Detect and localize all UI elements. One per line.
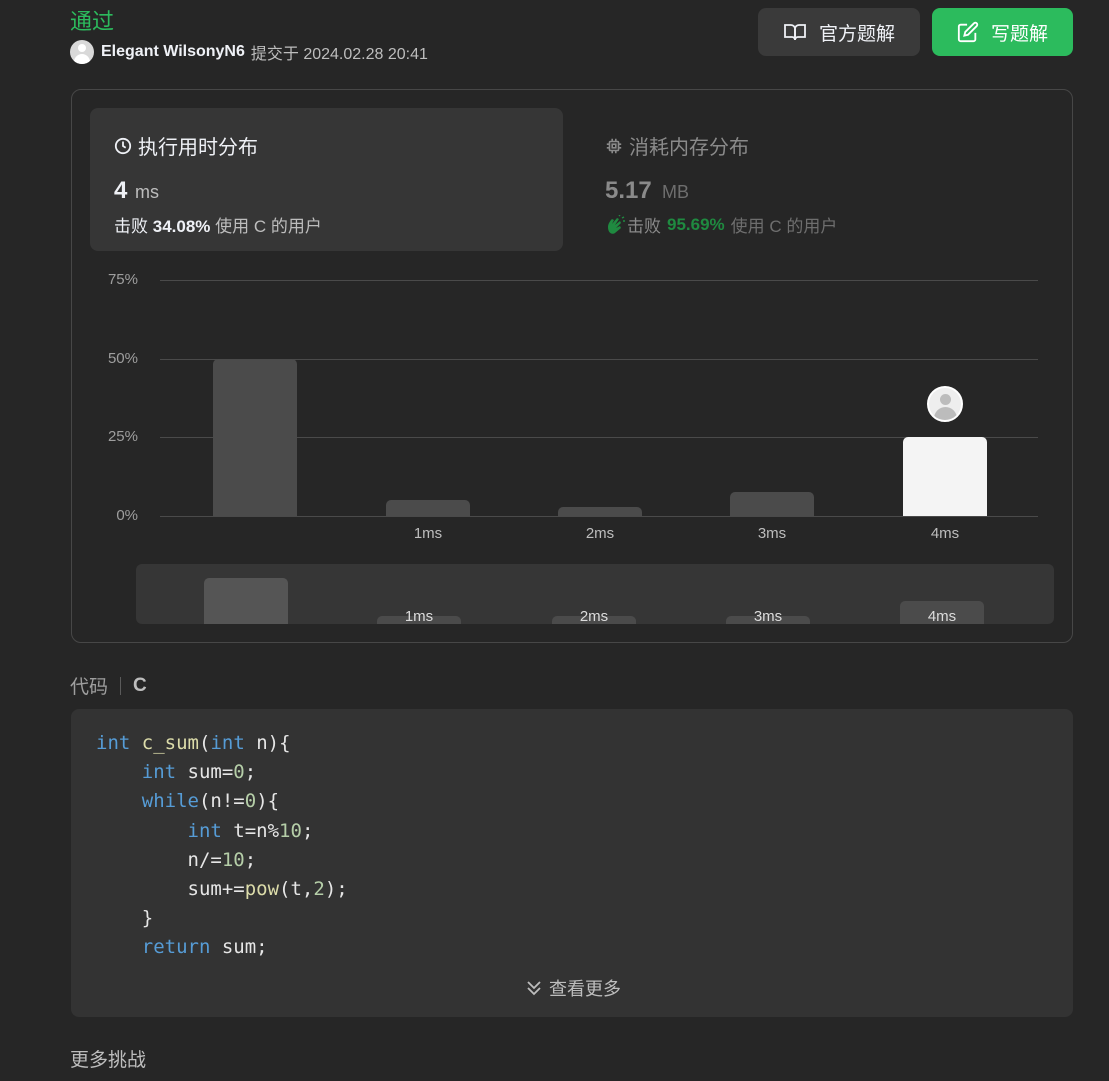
memory-beat-label: 击败 [627,217,661,236]
runtime-unit: ms [135,182,159,202]
memory-value: 5.17 [605,177,652,204]
edit-icon [957,21,979,43]
x-tick-label: 2ms [585,525,615,542]
y-tick-label: 75% [107,271,138,288]
minimap-label: 2ms [579,608,609,624]
code-header: 代码 C [70,672,147,699]
memory-title-text: 消耗内存分布 [629,137,749,159]
chart-range-selector[interactable]: 1ms 2ms 3ms 4ms [136,564,1054,624]
code-block[interactable]: int c_sum(int n){ int sum=0; while(n!=0)… [71,709,1073,1017]
submission-meta: Elegant WilsonyN6 提交于 2024.02.28 20:41 [70,40,428,64]
runtime-value: 4 [114,177,128,204]
submitted-time: 提交于 2024.02.28 20:41 [250,46,428,63]
runtime-title: 执行用时分布 [114,131,258,160]
gridline [160,280,1038,281]
memory-title[interactable]: 消耗内存分布 [605,131,749,160]
chip-icon [606,138,622,153]
x-tick-label: 4ms [930,525,960,542]
minimap-label: 4ms [927,608,957,624]
code-content[interactable]: int c_sum(int n){ int sum=0; while(n!=0)… [96,729,348,963]
username[interactable]: Elegant WilsonyN6 [101,43,245,61]
more-challenges-heading: 更多挑战 [70,1050,147,1071]
runtime-beat: 击败 34.08% 使用 C 的用户 [114,212,322,237]
runtime-beat-suffix: 使用 C 的用户 [215,217,322,236]
submission-status: 通过 [70,9,115,34]
y-tick-label: 50% [107,349,138,367]
runtime-beat-label: 击败 [114,217,148,236]
code-language: C [133,674,147,696]
official-solution-label: 官方题解 [818,23,895,45]
avatar[interactable] [70,40,94,64]
write-solution-button[interactable]: 写题解 [932,8,1073,56]
clock-icon [114,137,132,154]
runtime-beat-pct: 34.08% [152,217,211,236]
show-more-button[interactable]: 查看更多 [525,975,621,1001]
bar-highlight[interactable] [903,437,987,516]
x-tick-label: 3ms [757,525,787,542]
memory-beat-suffix: 使用 C 的用户 [730,217,838,236]
minimap-label: 3ms [753,608,783,624]
double-chevron-down-icon [527,981,541,996]
bar[interactable] [558,506,642,516]
write-solution-label: 写题解 [990,23,1048,45]
book-icon [784,24,806,41]
show-more-label: 查看更多 [549,979,621,999]
minimap-label: 1ms [404,608,434,624]
memory-beat-pct: 95.69% [667,214,725,234]
gridline [160,516,1038,517]
minimap-bar [204,578,288,624]
runtime-title-text: 执行用时分布 [138,137,258,159]
bar[interactable] [386,500,470,516]
y-tick-label: 0% [116,507,138,524]
memory-beat: 击败 95.69% 使用 C 的用户 [605,212,837,237]
bar[interactable] [730,492,814,516]
memory-unit: MB [662,182,689,202]
bar[interactable] [213,358,297,516]
official-solution-button[interactable]: 官方题解 [758,8,920,56]
divider [120,676,122,695]
y-tick-label: 25% [107,428,138,446]
code-label: 代码 [70,677,109,698]
x-tick-label: 1ms [413,525,443,542]
clap-icon [608,214,625,234]
